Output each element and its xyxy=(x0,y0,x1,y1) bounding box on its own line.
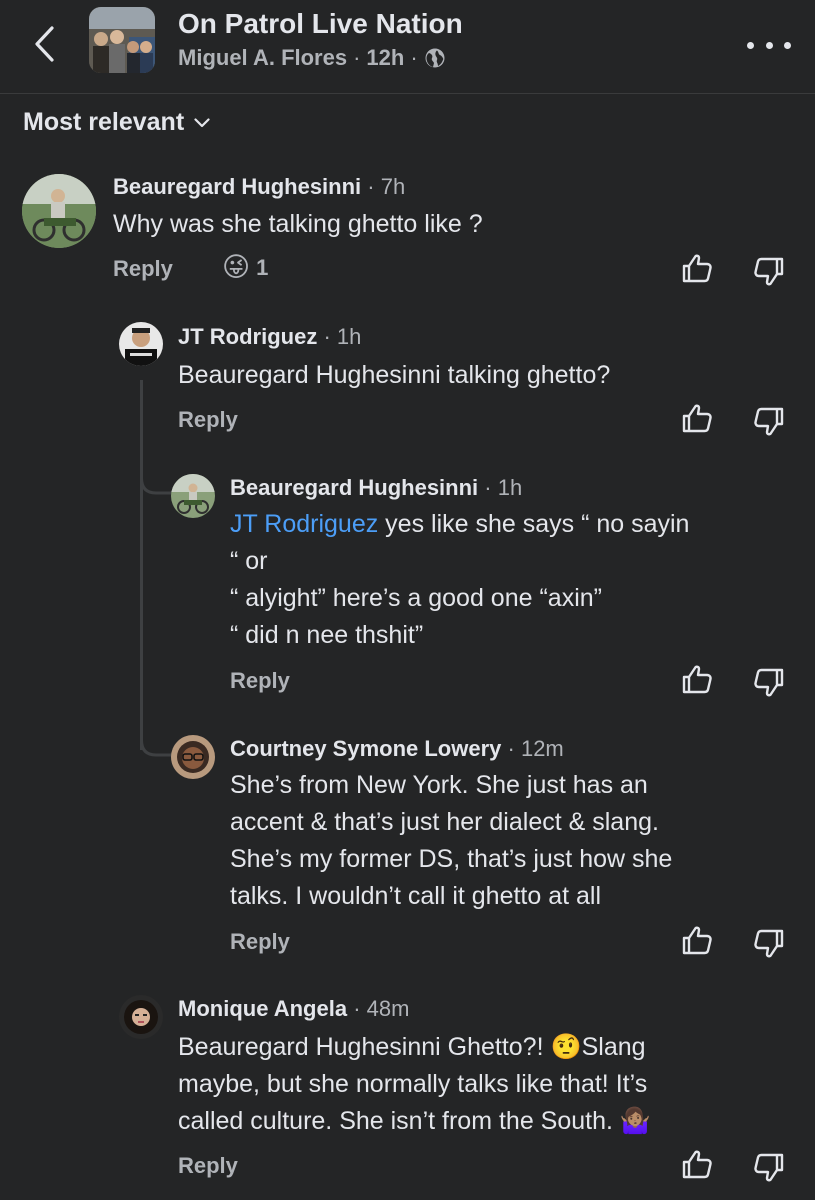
more-options-button[interactable] xyxy=(747,30,791,60)
reply-button[interactable]: Reply xyxy=(178,1153,238,1179)
sort-dropdown[interactable]: Most relevant xyxy=(23,108,210,137)
comment-line: called culture. She isn’t from the South… xyxy=(178,1107,620,1135)
reply-button[interactable]: Reply xyxy=(230,929,290,955)
meta-separator: · xyxy=(410,45,418,70)
comment-line: “ or xyxy=(230,547,268,575)
avatar[interactable] xyxy=(22,174,96,248)
sort-label: Most relevant xyxy=(23,108,185,136)
comment-time[interactable]: · 1h xyxy=(484,475,522,500)
more-horizontal-icon xyxy=(747,41,754,49)
comment-text: Why was she talking ghetto like ? xyxy=(113,210,483,238)
thread-line xyxy=(140,380,143,750)
comment-line: “ did n nee thshit” xyxy=(230,621,424,649)
comment-author[interactable]: Courtney Symone Lowery xyxy=(230,736,501,761)
reply-button[interactable]: Reply xyxy=(230,668,290,694)
comment-author[interactable]: Monique Angela xyxy=(178,996,347,1021)
thumbs-down-icon[interactable] xyxy=(752,665,786,699)
globe-icon xyxy=(425,48,445,68)
comment-line: accent & that’s just her dialect & slang… xyxy=(230,808,659,836)
post-author[interactable]: Miguel A. Flores xyxy=(178,45,347,71)
back-button[interactable] xyxy=(24,22,64,66)
thumbs-up-icon[interactable] xyxy=(680,663,714,697)
comment-time[interactable]: · 12m xyxy=(508,736,564,761)
comment-line: maybe, but she normally talks like that!… xyxy=(178,1070,648,1098)
comment-author[interactable]: Beauregard Hughesinni xyxy=(113,174,361,199)
meta-separator: · xyxy=(353,45,361,70)
chevron-down-icon xyxy=(194,117,210,127)
post-time[interactable]: 12h xyxy=(366,45,404,71)
comment-header: Beauregard Hughesinni · 1h xyxy=(230,475,522,501)
group-thumbnail[interactable] xyxy=(89,7,155,73)
comment-line: yes like she says “ no sayin xyxy=(378,510,690,538)
comment-text: Beauregard Hughesinni Ghetto?! 🤨Slang ma… xyxy=(178,1029,798,1140)
avatar[interactable] xyxy=(119,995,163,1039)
thumbs-up-icon[interactable] xyxy=(680,252,714,286)
comment-text: JT Rodriguez yes like she says “ no sayi… xyxy=(230,506,800,654)
chevron-left-icon xyxy=(35,26,54,62)
comment-line: Beauregard Hughesinni Ghetto?! xyxy=(178,1033,551,1061)
group-name[interactable]: On Patrol Live Nation xyxy=(178,8,463,40)
post-meta: Miguel A. Flores · 12h · xyxy=(178,45,446,71)
comment-time[interactable]: · 7h xyxy=(367,174,405,199)
reply-button[interactable]: Reply xyxy=(113,256,173,282)
post-header: On Patrol Live Nation Miguel A. Flores ·… xyxy=(0,0,815,94)
comment-header: Beauregard Hughesinni · 7h xyxy=(113,174,405,200)
avatar[interactable] xyxy=(171,474,215,518)
comment-line: She’s my former DS, that’s just how she xyxy=(230,845,673,873)
thumbs-down-icon[interactable] xyxy=(752,404,786,438)
comment-line: “ alyight” here’s a good one “axin” xyxy=(230,584,602,612)
reaction-summary[interactable]: 😜 1 xyxy=(222,252,268,283)
comment-text: Beauregard Hughesinni talking ghetto? xyxy=(178,361,611,389)
thumbs-up-icon[interactable] xyxy=(680,402,714,436)
comment-header: Monique Angela · 48m xyxy=(178,996,409,1022)
comment-text: She’s from New York. She just has an acc… xyxy=(230,767,800,915)
raised-eyebrow-emoji-icon: 🤨 xyxy=(550,1033,582,1061)
comment-author[interactable]: JT Rodriguez xyxy=(178,324,317,349)
laughing-emoji-icon: 😜 xyxy=(222,252,251,282)
thumbs-down-icon[interactable] xyxy=(752,254,786,288)
comment-time[interactable]: · 48m xyxy=(353,996,409,1021)
thumbs-down-icon[interactable] xyxy=(752,926,786,960)
mention-link[interactable]: JT Rodriguez xyxy=(230,510,378,538)
thumbs-down-icon[interactable] xyxy=(752,1150,786,1184)
comment-header: JT Rodriguez · 1h xyxy=(178,324,361,350)
reply-button[interactable]: Reply xyxy=(178,407,238,433)
shrug-emoji-icon: 🤷🏽‍♀️ xyxy=(619,1107,652,1135)
avatar[interactable] xyxy=(171,735,215,779)
comment-line: She’s from New York. She just has an xyxy=(230,771,648,799)
comment-author[interactable]: Beauregard Hughesinni xyxy=(230,475,478,500)
comment-line: talks. I wouldn’t call it ghetto at all xyxy=(230,882,602,910)
comment-time[interactable]: · 1h xyxy=(323,324,361,349)
comment-header: Courtney Symone Lowery · 12m xyxy=(230,736,564,762)
avatar[interactable] xyxy=(119,322,163,366)
thumbs-up-icon[interactable] xyxy=(680,1148,714,1182)
comment-line: Slang xyxy=(581,1033,646,1061)
reaction-count: 1 xyxy=(256,254,269,280)
thumbs-up-icon[interactable] xyxy=(680,924,714,958)
